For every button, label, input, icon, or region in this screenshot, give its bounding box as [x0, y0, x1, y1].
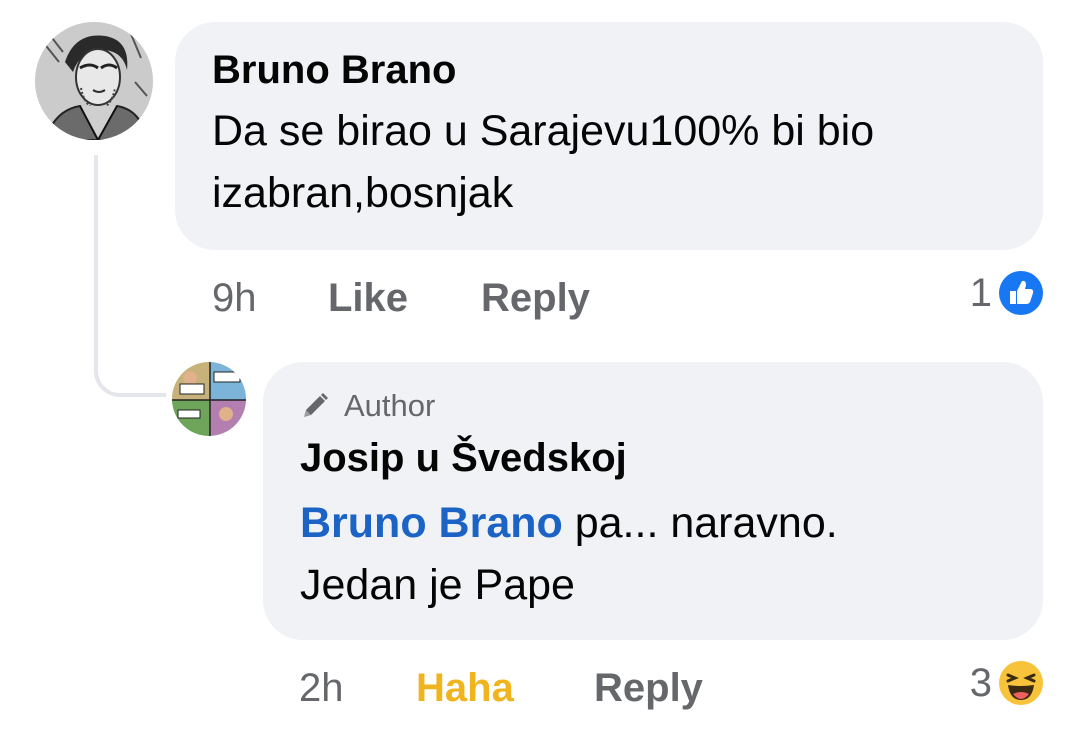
haha-icon [998, 660, 1044, 706]
pencil-icon [304, 393, 328, 417]
comment-bubble: Author Josip u Švedskoj Bruno Brano pa..… [263, 362, 1043, 640]
reaction-summary[interactable]: 1 [970, 270, 1044, 316]
comment-timestamp[interactable]: 2h [299, 664, 416, 712]
comment-text-line1: pa... naravno. [562, 499, 838, 547]
mention-link[interactable]: Bruno Brano [300, 499, 563, 547]
comment-text-line2: Jedan je Pape [300, 561, 575, 609]
comment-timestamp[interactable]: 9h [212, 274, 328, 322]
like-button[interactable]: Like [328, 274, 481, 322]
avatar[interactable] [172, 362, 246, 436]
reply-button[interactable]: Reply [481, 274, 590, 322]
comment-author[interactable]: Bruno Brano [212, 46, 1005, 94]
reaction-summary[interactable]: 3 [970, 660, 1044, 706]
reply-button[interactable]: Reply [594, 664, 703, 712]
comment-actions: 9h Like Reply [212, 274, 590, 322]
author-badge: Author [300, 386, 1005, 426]
comment-actions: 2h Haha Reply [299, 664, 703, 712]
avatar[interactable] [35, 22, 153, 140]
like-icon [998, 270, 1044, 316]
comment-text: Da se birao u Sarajevu100% bi bio izabra… [212, 107, 875, 217]
author-badge-label: Author [344, 388, 436, 423]
comment-bubble: Bruno Brano Da se birao u Sarajevu100% b… [175, 22, 1043, 250]
haha-button[interactable]: Haha [416, 664, 594, 712]
reply-thread-line [94, 155, 166, 397]
reaction-count: 1 [969, 270, 992, 315]
reaction-count: 3 [969, 660, 992, 705]
comment-text: Bruno Brano pa... naravno. Jedan je Pape [300, 492, 1005, 616]
comment-author[interactable]: Josip u Švedskoj [300, 434, 1005, 482]
